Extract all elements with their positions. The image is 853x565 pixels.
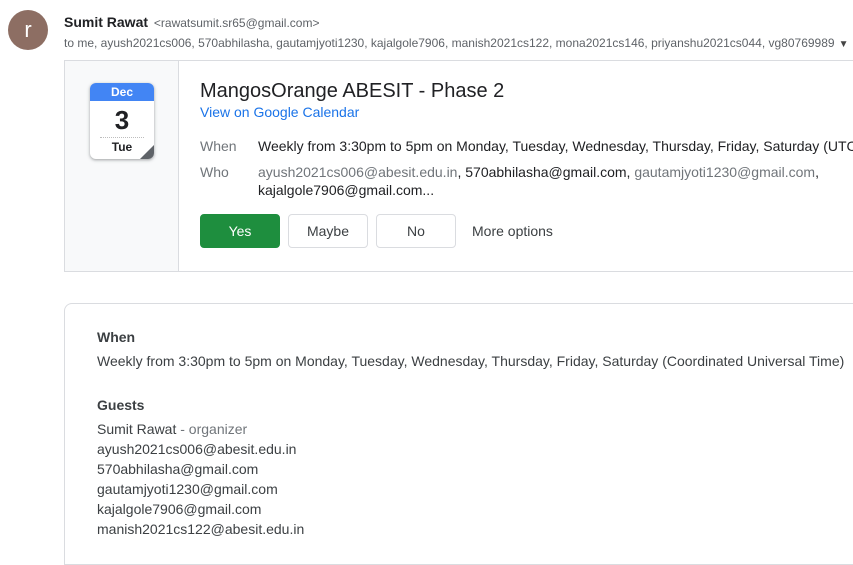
- when-value: Weekly from 3:30pm to 5pm on Monday, Tue…: [258, 138, 853, 154]
- calendar-month: Dec: [90, 83, 154, 101]
- who-value-line1: ayush2021cs006@abesit.edu.in, 570abhilas…: [258, 164, 819, 180]
- event-details-card: When Weekly from 3:30pm to 5pm on Monday…: [64, 303, 853, 565]
- recipients-text: to me, ayush2021cs006, 570abhilasha, gau…: [64, 36, 835, 50]
- details-guests-heading: Guests: [97, 397, 145, 413]
- sender-line: Sumit Rawat <rawatsumit.sr65@gmail.com>: [64, 14, 319, 30]
- sender-avatar[interactable]: r: [8, 10, 48, 50]
- who-guest-1: ayush2021cs006@abesit.edu.in: [258, 164, 458, 180]
- who-label: Who: [200, 164, 229, 180]
- guest-organizer: Sumit Rawat - organizer: [97, 421, 247, 437]
- details-when-heading: When: [97, 329, 136, 345]
- when-label: When: [200, 138, 237, 154]
- recipients-line[interactable]: to me, ayush2021cs006, 570abhilasha, gau…: [64, 36, 848, 50]
- organizer-name: Sumit Rawat: [97, 421, 177, 437]
- rsvp-maybe-button[interactable]: Maybe: [288, 214, 368, 248]
- rsvp-no-button[interactable]: No: [376, 214, 456, 248]
- guest-item: kajalgole7906@gmail.com: [97, 501, 262, 517]
- more-options-button[interactable]: More options: [472, 214, 553, 248]
- who-guest-3: gautamjyoti1230@gmail.com: [634, 164, 816, 180]
- page-fold-icon: [140, 145, 154, 159]
- guest-item: ayush2021cs006@abesit.edu.in: [97, 441, 297, 457]
- details-when-text: Weekly from 3:30pm to 5pm on Monday, Tue…: [97, 353, 845, 369]
- guest-item: gautamjyoti1230@gmail.com: [97, 481, 278, 497]
- chevron-down-icon[interactable]: ▼: [839, 39, 849, 50]
- guest-item: 570abhilasha@gmail.com: [97, 461, 259, 477]
- guest-item: manish2021cs122@abesit.edu.in: [97, 521, 305, 537]
- view-on-google-calendar-link[interactable]: View on Google Calendar: [200, 104, 359, 120]
- who-guest-2: , 570abhilasha@gmail.com,: [457, 164, 635, 180]
- calendar-day: 3: [114, 105, 130, 135]
- calendar-date-icon: Dec 3 Tue: [90, 83, 154, 159]
- sender-name: Sumit Rawat: [64, 14, 149, 30]
- event-title: MangosOrange ABESIT - Phase 2: [200, 80, 505, 102]
- sender-email: <rawatsumit.sr65@gmail.com>: [153, 16, 320, 30]
- invite-left-panel: Dec 3 Tue: [65, 61, 179, 271]
- who-value-line2: kajalgole7906@gmail.com...: [258, 182, 435, 198]
- calendar-invite-card: Dec 3 Tue MangosOrange ABESIT - Phase 2 …: [64, 60, 853, 272]
- organizer-role: - organizer: [176, 421, 248, 437]
- rsvp-yes-button[interactable]: Yes: [200, 214, 280, 248]
- who-separator: ,: [815, 164, 819, 180]
